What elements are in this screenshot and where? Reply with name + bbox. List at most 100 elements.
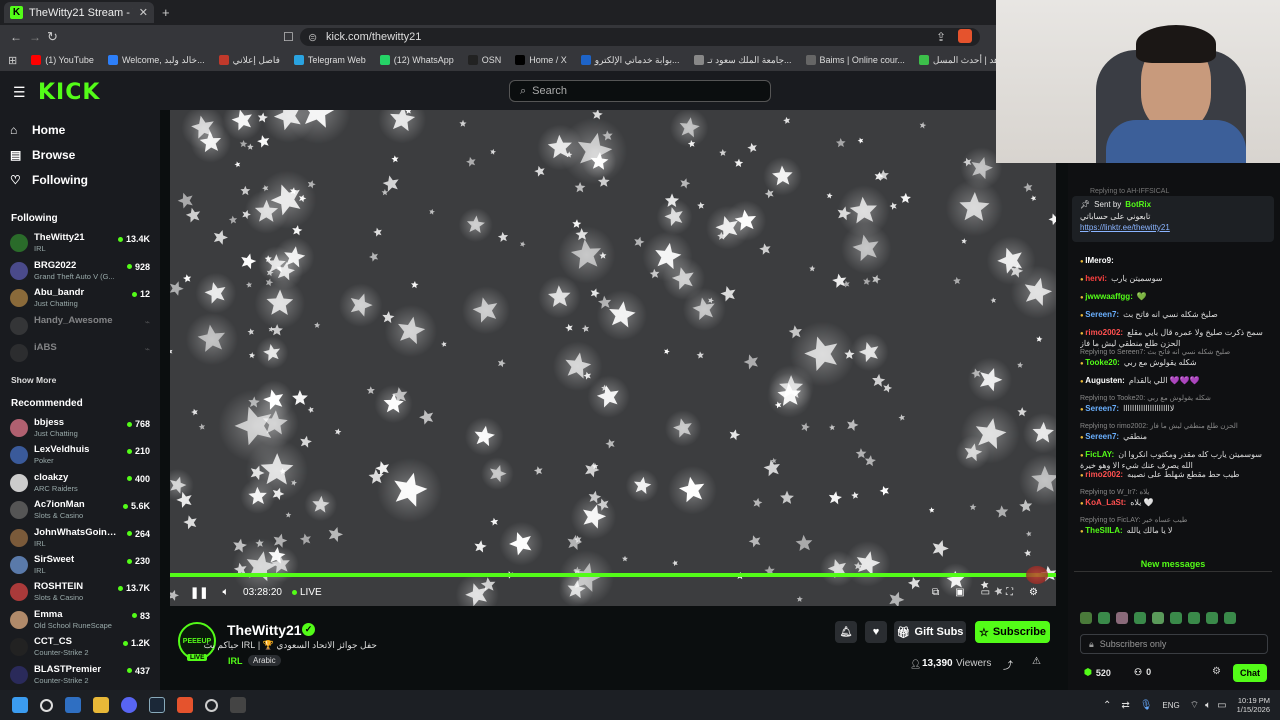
- reload-icon[interactable]: ↻: [47, 29, 58, 45]
- battery-icon[interactable]: ▭: [1217, 700, 1226, 711]
- back-icon[interactable]: ←: [10, 30, 22, 44]
- apps-icon[interactable]: ⊞: [8, 54, 17, 67]
- sidebar-channel-emma[interactable]: Emma Old School RuneScape 83: [10, 609, 150, 633]
- chat-username[interactable]: Augusten:: [1085, 376, 1125, 385]
- browser-tab[interactable]: K TheWitty21 Stream - Watch Live ✕: [4, 2, 154, 23]
- pause-icon[interactable]: ❚❚: [190, 586, 208, 599]
- chat-username[interactable]: TheSIILA:: [1085, 526, 1122, 535]
- sidebar-channel-abu_bandr[interactable]: Abu_bandr Just Chatting 12: [10, 287, 150, 311]
- sidebar-channel-blastpremier[interactable]: BLASTPremier Counter-Strike 2 437: [10, 664, 150, 688]
- sidebar-channel-iabs[interactable]: iABS ⌁: [10, 342, 150, 366]
- chat-message[interactable]: ● Sereen7: لاااااااااااااااااااااا: [1080, 404, 1270, 415]
- chat-message[interactable]: ● Tooke20: شكله يقولوش مع ربي: [1080, 358, 1270, 369]
- controller-icon[interactable]: [230, 697, 246, 713]
- nav-following[interactable]: ♡ Following: [10, 173, 88, 187]
- file-explorer-icon[interactable]: [93, 697, 109, 713]
- live-progress-bar[interactable]: [170, 573, 1056, 577]
- bookmark-2[interactable]: فاصل إعلاني: [218, 55, 280, 66]
- tray-chevron-icon[interactable]: ⌃: [1103, 700, 1111, 711]
- chat-message[interactable]: ● jwwwaaffgg: 💚: [1080, 292, 1270, 303]
- extension-icon[interactable]: [958, 29, 972, 43]
- pinned-link[interactable]: https://linktr.ee/thewitty21: [1080, 223, 1266, 232]
- sidebar-channel-roshtein[interactable]: ROSHTEIN Slots & Casino 13.7K: [10, 581, 150, 605]
- bookmark-4[interactable]: (12) WhatsApp: [379, 55, 454, 65]
- settings-gear-icon[interactable]: ⚙: [1029, 587, 1038, 598]
- category-link[interactable]: IRL: [228, 656, 243, 666]
- site-info-icon[interactable]: ⊜: [308, 31, 317, 44]
- chat-settings-icon[interactable]: ⚙: [1212, 666, 1221, 677]
- kick-logo[interactable]: KICK: [38, 80, 100, 105]
- channel-name[interactable]: TheWitty21: [227, 622, 302, 638]
- bookmark-7[interactable]: بوابة خدماتي الإلكترو...: [580, 55, 680, 66]
- chat-message[interactable]: ● Sereen7: منطقي: [1080, 432, 1270, 443]
- bookmark-9[interactable]: Baims | Online cour...: [805, 55, 905, 65]
- follow-heart-button[interactable]: ♥: [865, 621, 887, 643]
- fullscreen-icon[interactable]: ⛶: [1006, 587, 1013, 598]
- sidebar-channel-cloakzy[interactable]: cloakzy ARC Raiders 400: [10, 472, 150, 496]
- chat-message[interactable]: ● rimo2002: طيب حط مقطع شهلط على نصيبه: [1080, 470, 1270, 481]
- share-icon[interactable]: ⇪: [936, 30, 946, 44]
- notify-bell-button[interactable]: 🔔︎: [835, 621, 857, 643]
- theater-icon[interactable]: ▭: [981, 587, 990, 598]
- volume-icon[interactable]: 🔈︎: [222, 586, 229, 599]
- network-icon[interactable]: ⇄: [1121, 700, 1129, 711]
- brave-icon[interactable]: [177, 697, 193, 713]
- chat-message[interactable]: ● KoA_LaSt: يلاه 🤍: [1080, 498, 1270, 509]
- chat-username[interactable]: rimo2002:: [1085, 470, 1123, 479]
- chat-username[interactable]: Sereen7:: [1085, 432, 1119, 441]
- chat-username[interactable]: Tooke20:: [1085, 358, 1120, 367]
- pinned-message[interactable]: 📌︎ Sent by BotRix تابعوني على حساباتي ht…: [1072, 196, 1274, 242]
- bookmark-star-icon[interactable]: ☐: [283, 30, 294, 44]
- menu-icon[interactable]: ☰: [13, 84, 26, 101]
- nav-home[interactable]: ⌂ Home: [10, 123, 65, 137]
- discord-icon[interactable]: [121, 697, 137, 713]
- chat-message[interactable]: ● IMero9:: [1080, 256, 1270, 267]
- sidebar-channel-bbjess[interactable]: bbjess Just Chatting 768: [10, 417, 150, 441]
- bookmark-0[interactable]: (1) YouTube: [31, 55, 94, 65]
- chat-message[interactable]: ● Sereen7: صليخ شكله نسي انه فاتح بث: [1080, 310, 1270, 321]
- chat-username[interactable]: Sereen7:: [1085, 404, 1119, 413]
- video-player[interactable]: [170, 110, 1056, 606]
- url-field[interactable]: ⊜ kick.com/thewitty21: [300, 28, 980, 46]
- share-stream-icon[interactable]: ⤴: [1003, 657, 1013, 672]
- sidebar-channel-lexveldhuis[interactable]: LexVeldhuis Poker 210: [10, 444, 150, 468]
- subscribe-button[interactable]: ☆ Subscribe: [975, 621, 1050, 643]
- forward-icon[interactable]: →: [29, 30, 41, 44]
- chat-username[interactable]: IMero9:: [1085, 256, 1113, 265]
- clip-icon[interactable]: ⧉: [932, 587, 939, 598]
- chat-username[interactable]: FicLAY:: [1085, 450, 1114, 459]
- sidebar-channel-cct_cs[interactable]: CCT_CS Counter-Strike 2 1.2K: [10, 636, 150, 660]
- wifi-icon[interactable]: ⌔: [1190, 699, 1199, 712]
- sidebar-channel-johnwhatsgoingon[interactable]: JohnWhatsGoingOn IRL 264: [10, 527, 150, 551]
- bookmark-5[interactable]: OSN: [467, 55, 501, 65]
- close-tab-icon[interactable]: ✕: [139, 6, 148, 19]
- chat-message[interactable]: ● Augusten: اللي بالقدام 💜💜💜: [1080, 376, 1270, 387]
- chat-username[interactable]: jwwwaaffgg:: [1085, 292, 1133, 301]
- bookmark-10[interactable]: شاهد | أحدث المسل...: [918, 55, 1000, 66]
- clock[interactable]: 10:19 PM 1/15/2026: [1237, 696, 1270, 714]
- sidebar-channel-handy_awesome[interactable]: Handy_Awesome ⌁: [10, 315, 150, 339]
- gift-subs-button[interactable]: 🎁︎ Gift Subs: [894, 621, 966, 643]
- windows-start-icon[interactable]: [12, 697, 28, 713]
- report-icon[interactable]: ⚠: [1032, 656, 1041, 667]
- language-indicator[interactable]: ENG: [1162, 701, 1179, 710]
- channel-points[interactable]: ⬢ 520: [1084, 667, 1111, 678]
- chat-username[interactable]: Sereen7:: [1085, 310, 1119, 319]
- sidebar-channel-thewitty21[interactable]: TheWitty21 IRL 13.4K: [10, 232, 150, 256]
- desktop-icon[interactable]: [65, 697, 81, 713]
- chat-message[interactable]: ● TheSIILA: لا يا مالك يالله: [1080, 526, 1270, 537]
- new-messages-banner[interactable]: New messages: [1074, 559, 1272, 572]
- sidebar-channel-sirsweet[interactable]: SirSweet IRL 230: [10, 554, 150, 578]
- mic-icon[interactable]: 🎙︎: [1140, 700, 1153, 711]
- chat-username[interactable]: KoA_LaSt:: [1085, 498, 1126, 507]
- bookmark-8[interactable]: جامعة الملك سعود تـ...: [693, 55, 792, 66]
- bookmark-6[interactable]: Home / X: [515, 55, 567, 65]
- bookmark-1[interactable]: Welcome, خالد ولبد...: [107, 55, 205, 66]
- new-tab-icon[interactable]: +: [162, 5, 170, 20]
- volume-tray-icon[interactable]: 🔈︎: [1205, 700, 1211, 711]
- chat-send-button[interactable]: Chat: [1233, 664, 1267, 682]
- chat-message[interactable]: ● FicLAY: سوسميتن يارب كله مقدر ومكتوب ان…: [1080, 450, 1270, 470]
- chat-username[interactable]: hervi:: [1085, 274, 1107, 283]
- chat-message[interactable]: ● hervi: سوسميتن يارب: [1080, 274, 1270, 285]
- show-more-link[interactable]: Show More: [11, 375, 56, 385]
